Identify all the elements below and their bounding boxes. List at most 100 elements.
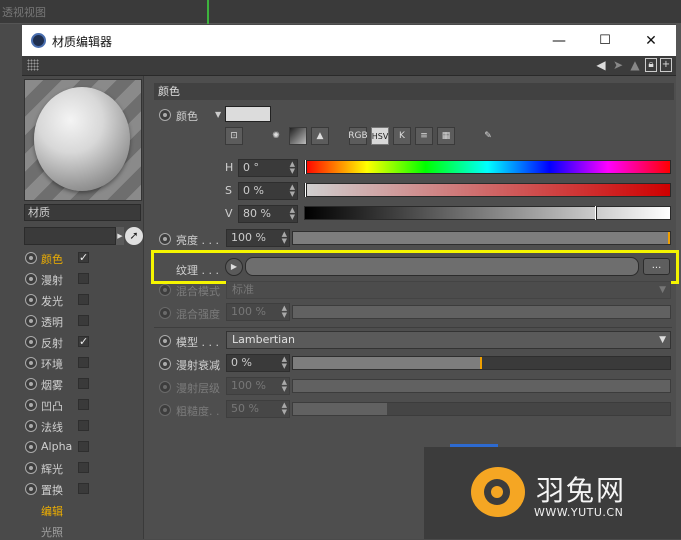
channel-item[interactable]: Alpha bbox=[22, 437, 142, 458]
lock-icon[interactable]: 🔒︎ bbox=[645, 58, 657, 72]
color-radio[interactable] bbox=[159, 109, 171, 121]
spinner-icon: ▲ ▼ bbox=[281, 401, 287, 416]
channel-checkbox[interactable] bbox=[78, 315, 89, 326]
model-radio[interactable] bbox=[159, 335, 171, 347]
title-bar[interactable]: 材质编辑器 — ☐ ✕ bbox=[22, 25, 676, 56]
kelvin-mode-button[interactable]: K bbox=[393, 127, 411, 145]
radio-icon[interactable] bbox=[25, 315, 37, 327]
channel-checkbox[interactable] bbox=[78, 462, 89, 473]
eyedropper-icon[interactable]: ✎ bbox=[479, 127, 497, 145]
channel-item[interactable]: 漫射 bbox=[22, 269, 142, 290]
v-field[interactable]: 80 % ▲ ▼ bbox=[238, 205, 298, 223]
s-field[interactable]: 0 % ▲ ▼ bbox=[238, 182, 298, 200]
swatch-arrow-icon[interactable]: ▼ bbox=[215, 110, 221, 119]
channel-item[interactable]: 置换 bbox=[22, 479, 142, 500]
channel-item[interactable]: 透明 bbox=[22, 311, 142, 332]
radio-icon[interactable] bbox=[25, 357, 37, 369]
channel-checkbox[interactable] bbox=[78, 483, 89, 494]
illumination-item[interactable]: 光照 bbox=[41, 524, 63, 540]
new-window-icon[interactable]: + bbox=[660, 58, 672, 72]
texture-picker-icon[interactable]: ⊡ bbox=[225, 127, 243, 145]
channel-item[interactable]: 颜色 ✓ bbox=[22, 248, 142, 269]
channel-checkbox[interactable] bbox=[78, 273, 89, 284]
channel-item[interactable]: 辉光 bbox=[22, 458, 142, 479]
radio-icon[interactable] bbox=[25, 420, 37, 432]
radio-icon[interactable] bbox=[25, 252, 37, 264]
color-swatch[interactable] bbox=[225, 106, 271, 122]
radio-icon[interactable] bbox=[25, 378, 37, 390]
channel-checkbox[interactable]: ✓ bbox=[78, 252, 89, 263]
diffuse-falloff-slider[interactable] bbox=[292, 356, 671, 370]
channel-item[interactable]: 发光 bbox=[22, 290, 142, 311]
maximize-button[interactable]: ☐ bbox=[582, 25, 628, 56]
brightness-field[interactable]: 100 % ▲ ▼ bbox=[226, 229, 290, 247]
radio-icon[interactable] bbox=[25, 399, 37, 411]
value-bar[interactable] bbox=[304, 206, 671, 220]
minimize-button[interactable]: — bbox=[536, 25, 582, 56]
channel-checkbox[interactable] bbox=[78, 441, 89, 452]
watermark-url: WWW.YUTU.CN bbox=[534, 506, 624, 519]
hue-bar[interactable] bbox=[304, 160, 671, 174]
back-arrow-icon[interactable]: ◀ bbox=[594, 58, 608, 72]
image-icon[interactable]: ▲ bbox=[311, 127, 329, 145]
window-title: 材质编辑器 bbox=[52, 35, 113, 49]
slider-fill bbox=[293, 357, 482, 369]
channel-item[interactable]: 烟雾 bbox=[22, 374, 142, 395]
forward-arrow-icon[interactable]: ➤ bbox=[611, 58, 625, 72]
hue-marker[interactable] bbox=[305, 160, 307, 174]
diffuse-falloff-field[interactable]: 0 % ▲ ▼ bbox=[226, 354, 290, 372]
saturation-marker[interactable] bbox=[305, 183, 307, 197]
material-preview[interactable] bbox=[24, 79, 142, 201]
h-field[interactable]: 0 ° ▲ ▼ bbox=[238, 159, 298, 177]
hsv-mode-button[interactable]: HSV bbox=[371, 127, 389, 145]
color-wheel-icon[interactable]: ✺ bbox=[267, 127, 285, 145]
close-button[interactable]: ✕ bbox=[628, 25, 674, 56]
slider-knob[interactable] bbox=[480, 357, 482, 369]
channel-item[interactable]: 环境 bbox=[22, 353, 142, 374]
saturation-bar[interactable] bbox=[304, 183, 671, 197]
channel-checkbox[interactable] bbox=[78, 420, 89, 431]
brightness-slider[interactable] bbox=[292, 231, 671, 245]
channel-checkbox[interactable] bbox=[78, 357, 89, 368]
spinner-icon[interactable]: ▲ ▼ bbox=[282, 231, 287, 245]
channel-label: 反射 bbox=[41, 337, 63, 350]
brightness-radio[interactable] bbox=[159, 233, 171, 245]
channel-checkbox[interactable] bbox=[78, 294, 89, 305]
radio-icon[interactable] bbox=[25, 273, 37, 285]
channel-item[interactable]: 凹凸 bbox=[22, 395, 142, 416]
material-name-field[interactable]: 材质 bbox=[24, 204, 141, 221]
radio-icon[interactable] bbox=[25, 336, 37, 348]
channel-checkbox[interactable] bbox=[78, 378, 89, 389]
mixer-icon[interactable]: ≡ bbox=[415, 127, 433, 145]
spinner-icon[interactable]: ▲ ▼ bbox=[282, 356, 287, 370]
slider-fill bbox=[293, 403, 387, 415]
slider-knob[interactable] bbox=[668, 232, 670, 244]
channel-checkbox[interactable] bbox=[78, 399, 89, 410]
h-value: 0 ° bbox=[243, 161, 259, 174]
dropdown-arrow-icon[interactable]: ▶ bbox=[116, 227, 124, 245]
model-dropdown[interactable]: Lambertian ▼ bbox=[226, 331, 671, 349]
radio-icon[interactable] bbox=[25, 294, 37, 306]
spinner-icon[interactable]: ▲ ▼ bbox=[290, 184, 295, 198]
spinner-icon[interactable]: ▲ ▼ bbox=[290, 207, 295, 221]
rgb-mode-button[interactable]: RGB bbox=[348, 127, 368, 145]
up-arrow-icon[interactable]: ▲ bbox=[628, 58, 642, 72]
channel-checkbox[interactable]: ✓ bbox=[78, 336, 89, 347]
grip-icon[interactable] bbox=[27, 59, 39, 71]
radio-icon[interactable] bbox=[25, 462, 37, 474]
channel-item[interactable]: 法线 bbox=[22, 416, 142, 437]
diffuse-falloff-radio[interactable] bbox=[159, 358, 171, 370]
pick-cursor-icon[interactable]: ➚ bbox=[125, 227, 143, 245]
viewport-axis-line bbox=[207, 0, 209, 24]
spectrum-icon[interactable] bbox=[289, 127, 307, 145]
spinner-icon[interactable]: ▲ ▼ bbox=[290, 161, 295, 175]
roughness-slider bbox=[292, 402, 671, 416]
value-marker[interactable] bbox=[595, 206, 597, 220]
swatches-icon[interactable]: ▦ bbox=[437, 127, 455, 145]
edit-item[interactable]: 编辑 bbox=[41, 503, 63, 519]
radio-icon[interactable] bbox=[25, 441, 37, 453]
radio-icon[interactable] bbox=[25, 483, 37, 495]
diffuse-level-value: 100 % bbox=[231, 379, 266, 392]
channel-item[interactable]: 反射 ✓ bbox=[22, 332, 142, 353]
material-dropdown[interactable] bbox=[24, 227, 116, 245]
